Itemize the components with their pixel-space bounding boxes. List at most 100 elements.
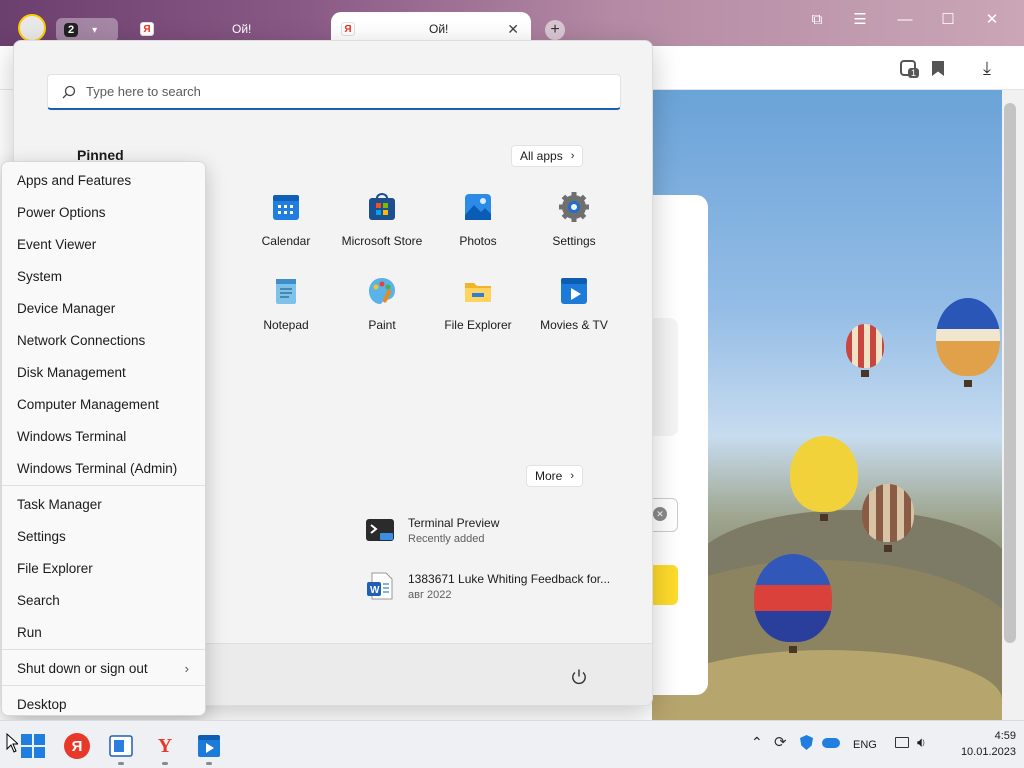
app-label: Microsoft Store (341, 234, 423, 248)
yandex-taskbar-icon[interactable]: Y (152, 733, 178, 759)
balloon-blue (936, 298, 1000, 376)
yandex-browser-taskbar-icon[interactable]: Я (64, 733, 90, 759)
taskbar-clock[interactable]: 4:59 10.01.2023 (940, 728, 1020, 760)
profile-avatar[interactable] (18, 14, 46, 42)
taskbar: Я Y ⌃ ⟳ ENG 🔉︎ 4:59 10.01.2023 (0, 720, 1024, 768)
chevron-up-icon[interactable]: ⌃ (751, 734, 763, 751)
chevron-down-icon: ▾ (92, 24, 98, 36)
language-indicator[interactable]: ENG (853, 739, 877, 751)
menu-separator (2, 485, 205, 486)
power-button[interactable] (567, 665, 591, 689)
balloon-basket (964, 380, 972, 387)
recommended-item[interactable]: W 1383671 Luke Whiting Feedback for... а… (364, 566, 634, 606)
movies-tv-icon (561, 278, 587, 304)
menu-item-shut-down-or-sign-out[interactable]: Shut down or sign out › (2, 652, 205, 684)
network-icon[interactable] (895, 737, 909, 748)
movies-tv-taskbar-icon[interactable] (196, 733, 222, 759)
menu-item-search[interactable]: Search (2, 584, 205, 616)
menu-item-desktop[interactable]: Desktop (2, 688, 205, 720)
photos-icon (465, 194, 491, 220)
pinned-app-photos[interactable]: Photos (430, 191, 526, 261)
paint-icon (369, 278, 395, 304)
menu-item-power-options[interactable]: Power Options (2, 196, 205, 228)
new-tab-button[interactable]: + (545, 20, 565, 40)
recommended-subtitle: авг 2022 (408, 588, 452, 601)
balloon-basket (820, 514, 828, 521)
clock-time: 4:59 (994, 730, 1016, 742)
balloon-basket (789, 646, 797, 653)
pinned-app-notepad[interactable]: Notepad (238, 275, 334, 345)
search-icon (62, 85, 76, 98)
pinned-app-paint[interactable]: Paint (334, 275, 430, 345)
menu-item-label: Shut down or sign out (17, 660, 148, 676)
menu-item-settings[interactable]: Settings (2, 520, 205, 552)
bookmarks-icon[interactable]: ⧉ (803, 8, 831, 30)
clear-input-icon[interactable]: ✕ (653, 507, 667, 521)
onedrive-icon[interactable] (822, 738, 840, 748)
mouse-cursor-icon (6, 733, 18, 753)
close-window-button[interactable]: ✕ (978, 8, 1006, 30)
terminal-icon (366, 519, 394, 541)
recommended-title: 1383671 Luke Whiting Feedback for... (408, 571, 611, 586)
app-label: Calendar (261, 234, 311, 248)
word-document-icon: W (367, 572, 393, 600)
app-label: Paint (368, 318, 396, 332)
tab-count-button[interactable]: 2 ▾ (56, 18, 118, 42)
balloon-yellow (790, 436, 858, 512)
menu-item-device-manager[interactable]: Device Manager (2, 292, 205, 324)
search-input[interactable] (86, 84, 586, 99)
recommended-item[interactable]: Terminal Preview Recently added (364, 510, 634, 550)
browser-tab-title: Ой! (232, 22, 252, 36)
menu-item-system[interactable]: System (2, 260, 205, 292)
yandex-favicon-icon: Я (140, 22, 154, 36)
menu-item-run[interactable]: Run (2, 616, 205, 648)
all-apps-button[interactable]: All apps › (511, 145, 584, 167)
clock-date: 10.01.2023 (960, 746, 1016, 758)
menu-icon[interactable]: ☰ (846, 8, 874, 30)
scrollbar-thumb[interactable] (1004, 103, 1016, 643)
chevron-right-icon: › (184, 660, 189, 676)
browser-tab-title: Ой! (429, 22, 449, 36)
close-tab-icon[interactable]: ✕ (507, 21, 519, 38)
menu-item-event-viewer[interactable]: Event Viewer (2, 228, 205, 260)
menu-item-task-manager[interactable]: Task Manager (2, 488, 205, 520)
notepad-icon (276, 279, 296, 304)
menu-item-network-connections[interactable]: Network Connections (2, 324, 205, 356)
pinned-app-file-explorer[interactable]: File Explorer (430, 275, 526, 345)
menu-item-apps-and-features[interactable]: Apps and Features (2, 164, 205, 196)
sync-icon[interactable]: ⟳ (774, 733, 787, 751)
pinned-app-movies-tv[interactable]: Movies & TV (526, 275, 622, 345)
more-button[interactable]: More › (526, 465, 584, 487)
pinned-app-microsoft-store[interactable]: Microsoft Store (334, 191, 430, 261)
volume-icon[interactable]: 🔉︎ (917, 734, 926, 751)
menu-item-computer-management[interactable]: Computer Management (2, 388, 205, 420)
menu-item-disk-management[interactable]: Disk Management (2, 356, 205, 388)
menu-item-file-explorer[interactable]: File Explorer (2, 552, 205, 584)
maximize-button[interactable]: ☐ (934, 8, 962, 30)
svg-text:W: W (370, 585, 380, 596)
gear-icon (559, 192, 589, 222)
chevron-right-icon: › (570, 150, 575, 162)
app-label: Settings (552, 234, 596, 248)
running-indicator (162, 762, 168, 765)
menu-item-windows-terminal[interactable]: Windows Terminal (2, 420, 205, 452)
pinned-app-settings[interactable]: Settings (526, 191, 622, 261)
pinned-app-calendar[interactable]: Calendar (238, 191, 334, 261)
minimize-button[interactable]: — (891, 8, 919, 30)
running-indicator (118, 762, 124, 765)
shield-icon[interactable] (800, 735, 813, 750)
window-app-taskbar-icon[interactable] (108, 733, 134, 759)
start-button[interactable] (20, 733, 46, 759)
notifications-badge: 1 (908, 68, 920, 78)
start-search-box[interactable] (47, 74, 621, 110)
bookmark-icon[interactable] (932, 61, 944, 76)
download-icon[interactable]: ⤓ (983, 58, 991, 79)
menu-item-windows-terminal-admin[interactable]: Windows Terminal (Admin) (2, 452, 205, 484)
folder-icon (465, 283, 491, 302)
balloon-blue-red (754, 554, 832, 642)
balloon-basket (884, 545, 892, 552)
menu-separator (2, 685, 205, 686)
more-label: More (535, 469, 563, 483)
balloon-red (846, 324, 884, 368)
chevron-right-icon: › (570, 470, 575, 482)
